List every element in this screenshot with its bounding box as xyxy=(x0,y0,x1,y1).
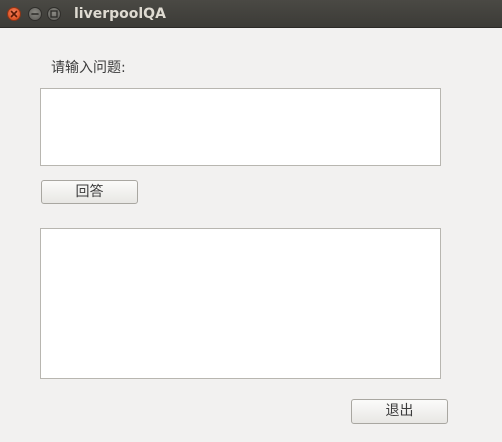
question-input[interactable] xyxy=(40,88,441,166)
exit-button[interactable]: 退出 xyxy=(351,399,448,424)
minimize-icon[interactable] xyxy=(28,7,42,21)
answer-output[interactable] xyxy=(40,228,441,379)
question-prompt-label: 请输入问题: xyxy=(51,60,126,76)
app-window: liverpoolQA 请输入问题: 回答 退出 xyxy=(0,0,502,442)
maximize-icon[interactable] xyxy=(47,7,61,21)
answer-button[interactable]: 回答 xyxy=(41,180,138,204)
title-bar[interactable]: liverpoolQA xyxy=(0,0,502,28)
close-icon[interactable] xyxy=(7,7,21,21)
window-title: liverpoolQA xyxy=(74,6,166,22)
